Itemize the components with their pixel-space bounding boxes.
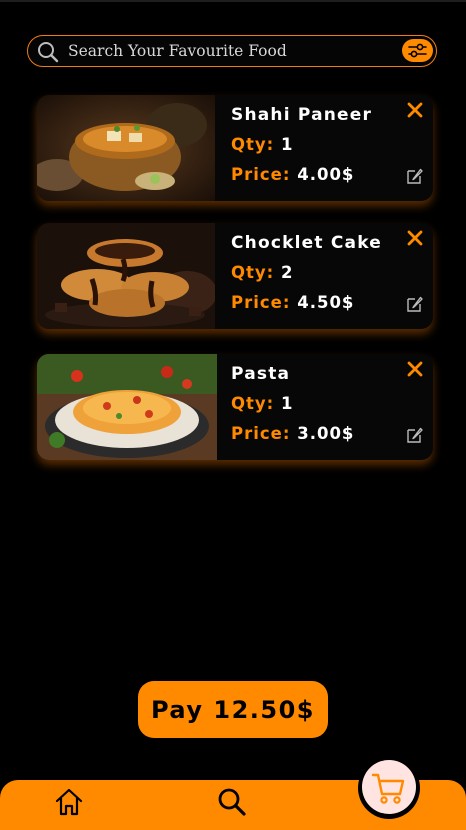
price-label: Price: bbox=[231, 424, 291, 443]
item-name: Pasta bbox=[231, 364, 291, 384]
cart-item-card: Shahi Paneer Qty: 1 Price: 4.00$ bbox=[37, 95, 433, 201]
price-value: 3.00$ bbox=[297, 424, 355, 443]
qty-label: Qty: bbox=[231, 394, 275, 413]
search-bar[interactable] bbox=[27, 35, 437, 67]
cart-button[interactable] bbox=[358, 757, 420, 819]
close-icon[interactable] bbox=[405, 359, 425, 379]
qty-value: 2 bbox=[281, 263, 294, 282]
sliders-icon bbox=[408, 43, 427, 58]
close-icon[interactable] bbox=[405, 228, 425, 248]
pay-button[interactable]: Pay 12.50$ bbox=[138, 681, 328, 738]
home-icon[interactable] bbox=[53, 786, 85, 818]
price-value: 4.00$ bbox=[297, 165, 355, 184]
search-icon[interactable] bbox=[216, 786, 248, 818]
cart-item-card: Chocklet Cake Qty: 2 Price: 4.50$ bbox=[37, 223, 433, 329]
item-qty: Qty: 2 bbox=[231, 263, 294, 282]
item-name: Shahi Paneer bbox=[231, 105, 373, 125]
price-label: Price: bbox=[231, 293, 291, 312]
item-qty: Qty: 1 bbox=[231, 394, 294, 413]
item-price: Price: 4.50$ bbox=[231, 293, 354, 312]
cart-item-card: Pasta Qty: 1 Price: 3.00$ bbox=[37, 354, 433, 460]
filter-button[interactable] bbox=[402, 39, 433, 62]
food-image bbox=[37, 95, 215, 201]
search-icon bbox=[38, 42, 59, 63]
qty-value: 1 bbox=[281, 135, 294, 154]
item-qty: Qty: 1 bbox=[231, 135, 294, 154]
search-input[interactable] bbox=[68, 39, 388, 63]
qty-label: Qty: bbox=[231, 135, 275, 154]
item-price: Price: 4.00$ bbox=[231, 165, 354, 184]
qty-value: 1 bbox=[281, 394, 294, 413]
close-icon[interactable] bbox=[405, 100, 425, 120]
price-value: 4.50$ bbox=[297, 293, 355, 312]
cart-icon bbox=[371, 773, 405, 804]
top-divider bbox=[0, 0, 466, 2]
item-name: Chocklet Cake bbox=[231, 233, 382, 253]
item-price: Price: 3.00$ bbox=[231, 424, 354, 443]
qty-label: Qty: bbox=[231, 263, 275, 282]
edit-icon[interactable] bbox=[406, 426, 424, 444]
price-label: Price: bbox=[231, 165, 291, 184]
edit-icon[interactable] bbox=[406, 295, 424, 313]
food-image bbox=[37, 354, 217, 460]
edit-icon[interactable] bbox=[406, 167, 424, 185]
food-image bbox=[37, 223, 215, 329]
